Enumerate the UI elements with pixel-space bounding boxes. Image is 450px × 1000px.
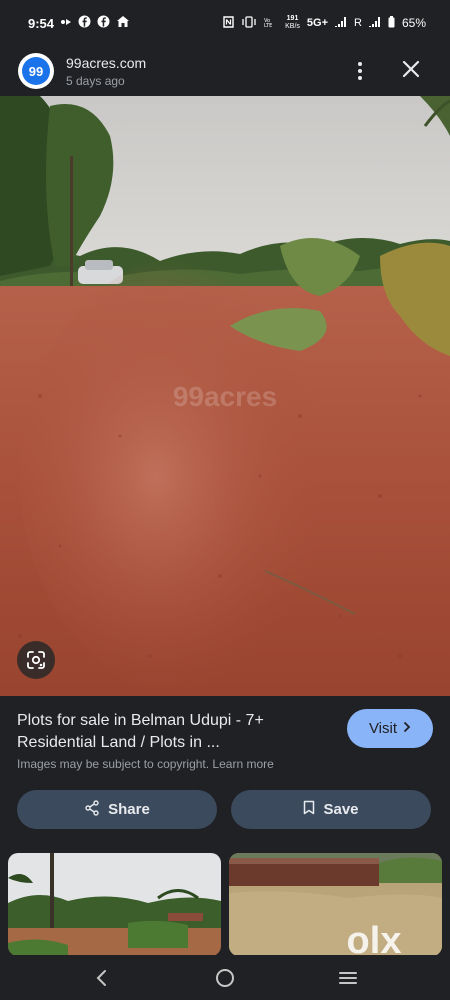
status-right: Vo LTE 191 KB/s 5G+ R 65% [223,15,426,31]
related-image-1[interactable] [8,853,221,956]
svg-text:LTE: LTE [264,23,272,28]
recents-nav-icon[interactable] [328,958,368,998]
signal-notification-icon [60,17,72,30]
home-nav-icon[interactable] [205,958,245,998]
battery-percentage: 65% [401,16,426,30]
olx-watermark: olx [347,920,402,956]
status-bar: 9:54 Vo LTE 191 KB/s 5G+ R 65% [0,0,450,46]
olx-land-photo: olx [229,853,442,956]
signal-icon [335,16,347,30]
share-icon [84,799,100,820]
back-nav-icon[interactable] [82,958,122,998]
result-title-area[interactable]: Plots for sale in Belman Udupi - 7+ Resi… [17,710,337,754]
land-plot-photo: 99acres [0,96,450,696]
palm-land-photo [8,853,221,956]
related-image-2[interactable]: olx [229,853,442,956]
site-logo-text: 99 [22,57,50,85]
net-speed: 191 KB/s [285,15,300,31]
close-icon[interactable] [398,56,424,82]
signal-icon-2 [368,16,381,30]
image-watermark: 99acres [173,381,277,412]
volte-icon: Vo LTE [264,16,278,31]
site-favicon[interactable]: 99 [18,53,54,89]
more-options-icon[interactable] [350,58,370,84]
facebook-icon-2 [97,15,110,31]
home-icon [116,15,130,31]
bookmark-icon [303,800,315,819]
site-name: 99acres.com [66,54,147,71]
site-info[interactable]: 99acres.com 5 days ago [66,55,146,88]
battery-icon [388,15,395,31]
visit-button[interactable]: Visit [347,709,433,748]
main-image[interactable]: 99acres [0,96,450,696]
network-type: 5G+ [306,17,329,29]
copyright-notice[interactable]: Images may be subject to copyright. Lear… [17,757,274,771]
status-time: 9:54 [28,15,55,31]
save-button[interactable]: Save [231,790,431,829]
save-label: Save [323,801,359,818]
facebook-icon [78,15,91,31]
share-label: Share [108,801,150,818]
status-left: 9:54 [28,15,130,31]
source-header: 99 99acres.com 5 days ago [0,46,450,96]
chevron-right-icon [403,720,411,737]
result-title[interactable]: Plots for sale in Belman Udupi - 7+ Resi… [17,710,337,754]
system-nav-bar [0,955,450,1000]
nfc-icon [223,15,234,31]
net-speed-value: 191 [286,15,299,22]
vibrate-icon [241,15,257,31]
roaming-indicator: R [354,17,362,29]
posted-time: 5 days ago [66,73,125,88]
visit-label: Visit [368,720,398,737]
net-speed-unit: KB/s [285,23,300,30]
google-lens-icon[interactable] [17,641,55,679]
share-button[interactable]: Share [17,790,217,829]
